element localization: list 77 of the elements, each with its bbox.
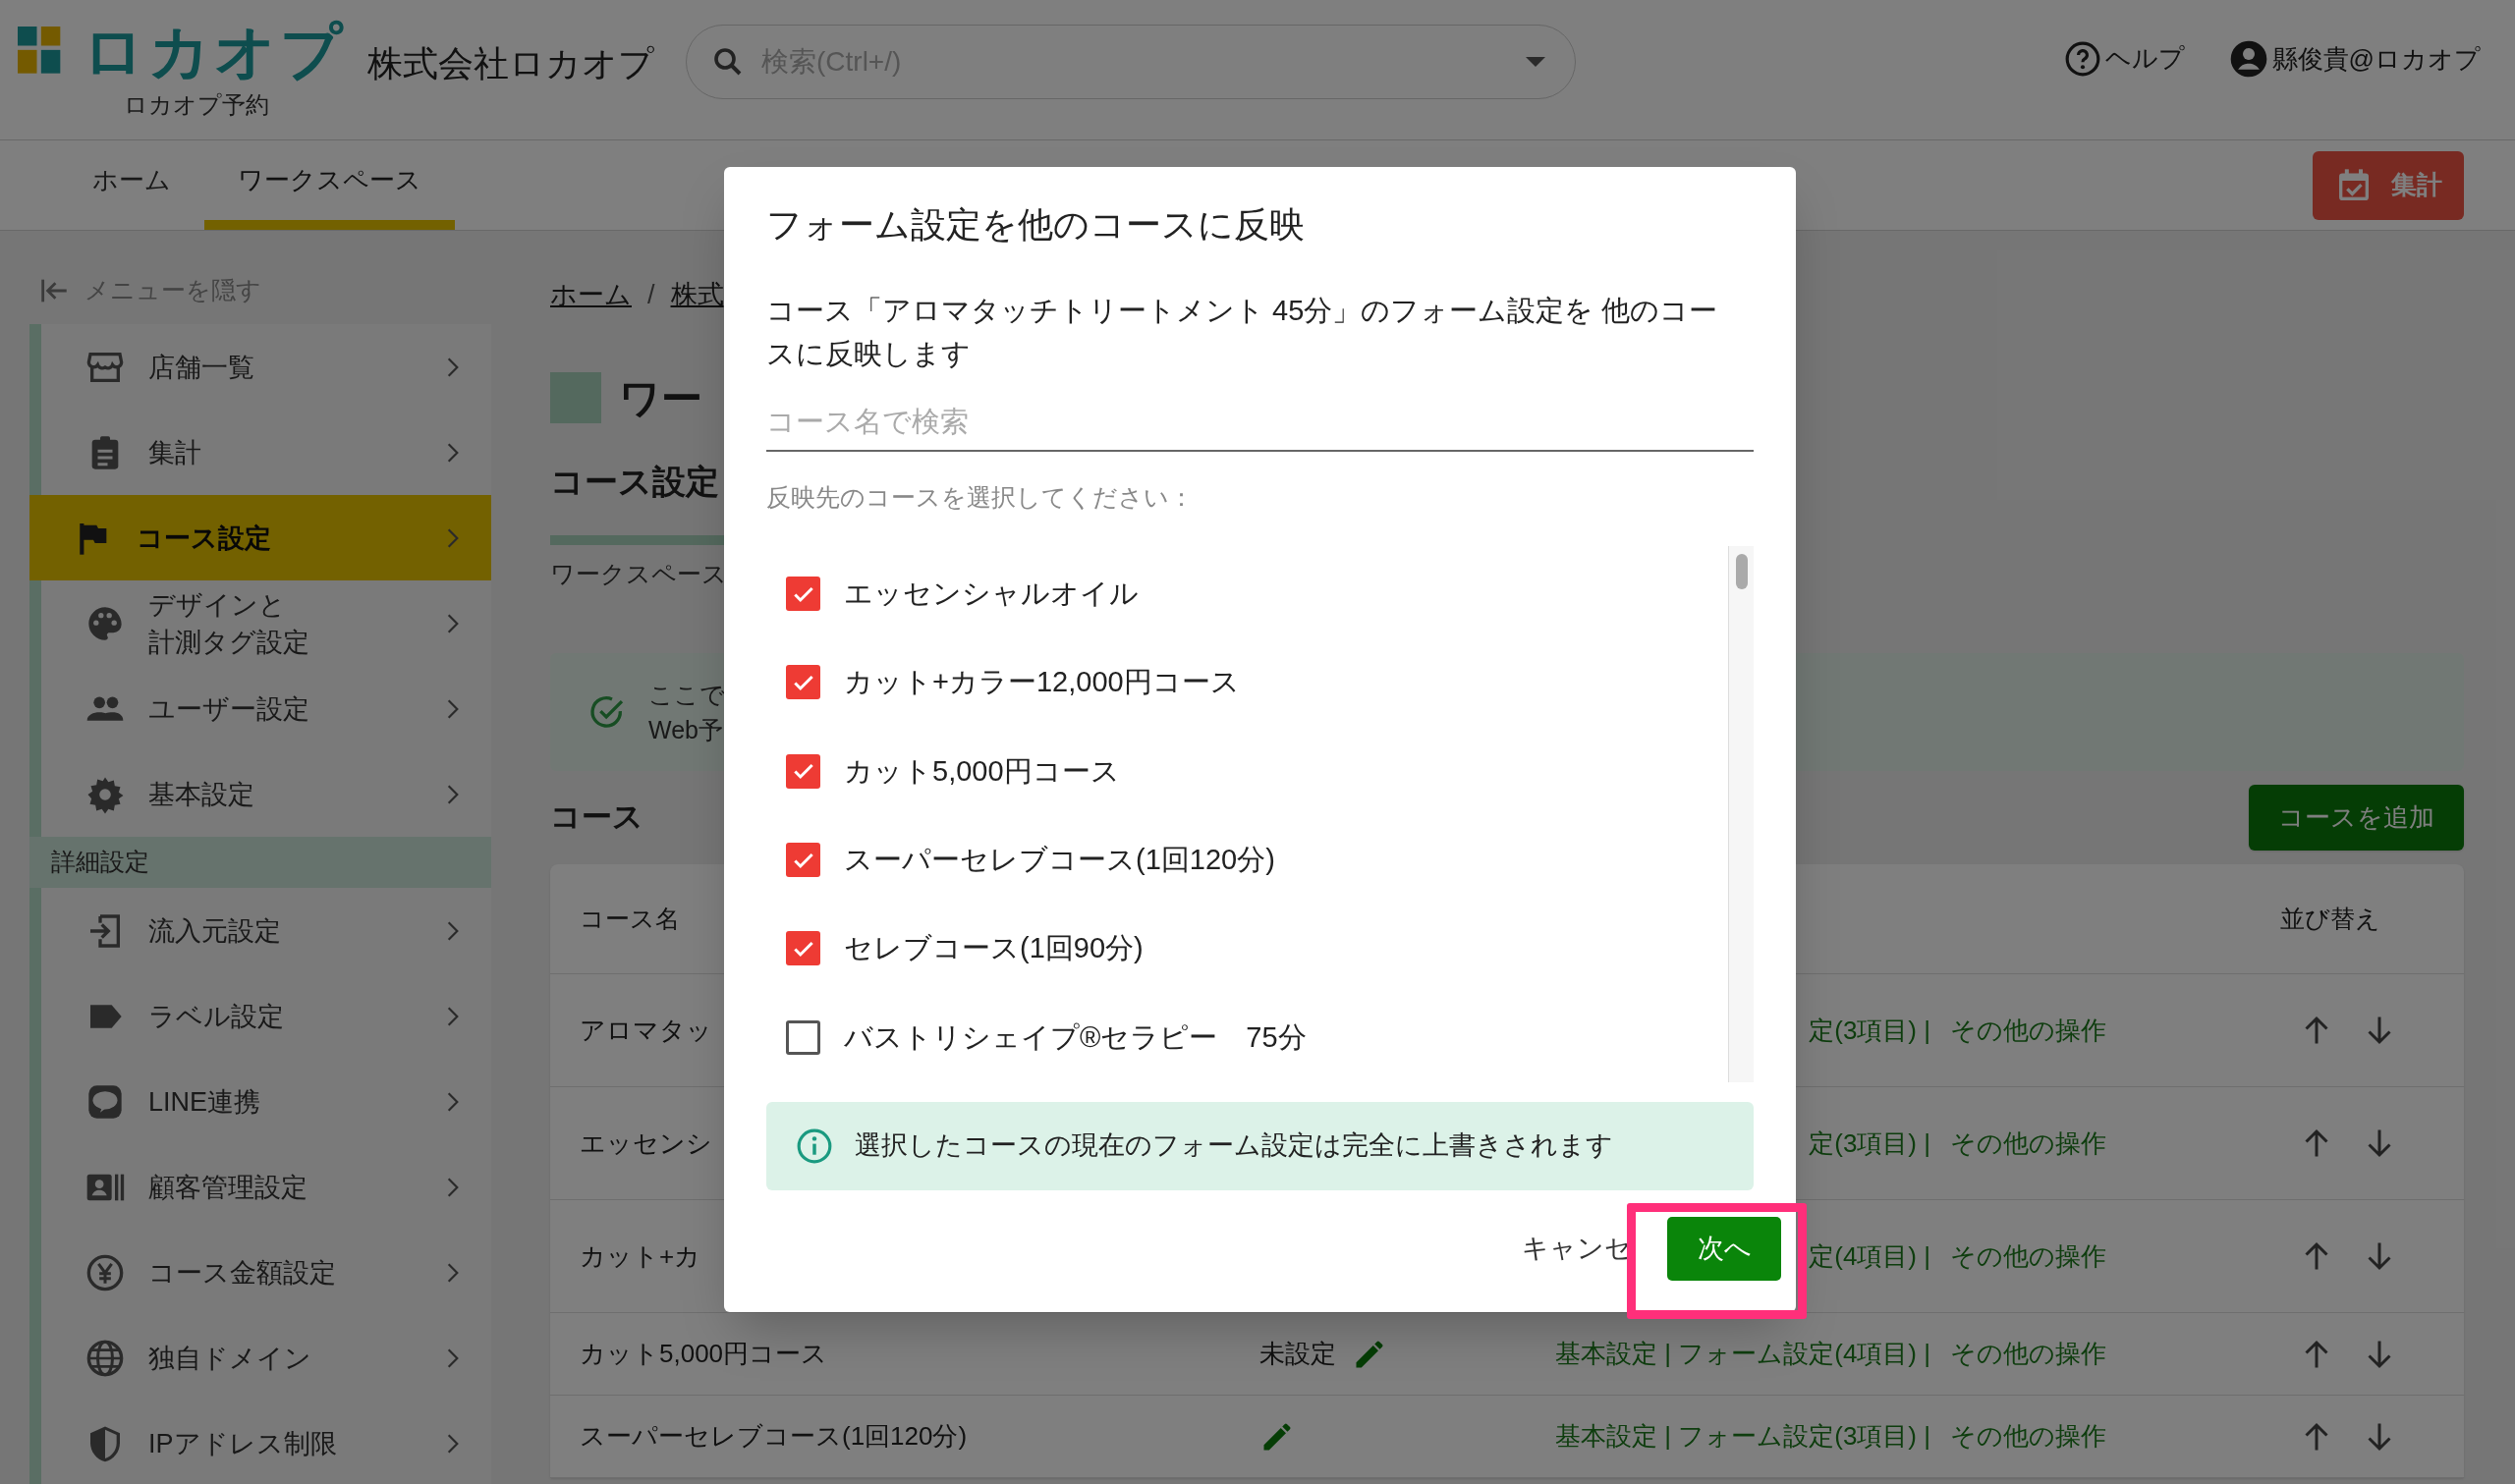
sidebar-item[interactable]: IPアドレス制限 bbox=[29, 1401, 491, 1484]
sidebar-item[interactable]: ユーザー設定 bbox=[29, 666, 491, 751]
breadcrumb-link[interactable]: ホーム bbox=[550, 274, 632, 315]
course-option[interactable]: エッセンシャルオイル bbox=[766, 549, 1728, 638]
section-heading: コース bbox=[550, 798, 643, 837]
sidebar-item[interactable]: 流入元設定 bbox=[29, 888, 491, 973]
app-subtitle: ロカオプ予約 bbox=[124, 90, 270, 120]
nav-tab[interactable]: ワークスペース bbox=[204, 139, 455, 230]
breadcrumb-link[interactable]: 株式 bbox=[670, 274, 724, 315]
checkbox[interactable] bbox=[786, 1019, 820, 1055]
help-icon bbox=[2063, 39, 2101, 78]
dialog-description: コース「アロマタッチトリートメント 45分」のフォーム設定を 他のコースに反映します bbox=[766, 294, 1719, 371]
settings-links[interactable]: 定(3項目) | bbox=[1809, 1124, 1930, 1163]
settings-links[interactable]: 基本設定 | フォーム設定(4項目) | bbox=[1555, 1335, 1930, 1373]
add-course-button[interactable]: コースを追加 bbox=[2249, 785, 2464, 851]
more-actions-link[interactable]: その他の操作 bbox=[1950, 1417, 2106, 1456]
sidebar-item[interactable]: デザインと 計測タグ設定 bbox=[29, 580, 491, 666]
course-option[interactable]: セレブコース(1回90分) bbox=[766, 904, 1728, 994]
account-icon bbox=[2228, 39, 2268, 79]
section-title: コース設定 bbox=[550, 461, 719, 502]
table-cell-text: アロマタッ bbox=[580, 1014, 712, 1047]
checkbox[interactable] bbox=[786, 753, 820, 789]
info-text: ここで bbox=[648, 680, 725, 710]
course-search-field[interactable]: コース名で検索 bbox=[766, 393, 1754, 452]
more-actions-link[interactable]: その他の操作 bbox=[1950, 1237, 2106, 1276]
sidebar-item[interactable]: 店舗一覧 bbox=[29, 324, 491, 410]
more-actions-link[interactable]: その他の操作 bbox=[1950, 1124, 2106, 1163]
table-cell-text: カット5,000円コース bbox=[580, 1338, 828, 1370]
column-header: 並び替え bbox=[2280, 903, 2380, 934]
yen-icon bbox=[85, 1252, 125, 1292]
settings-links[interactable]: 基本設定 | フォーム設定(3項目) | bbox=[1555, 1417, 1930, 1456]
table-cell-text: エッセンシ bbox=[580, 1127, 712, 1160]
title-square-icon bbox=[550, 372, 601, 423]
logo-text: ロカオプ bbox=[83, 18, 346, 86]
page-title: ワー bbox=[619, 373, 702, 423]
notice-text: 選択したコースの現在のフォーム設定は完全に上書きされます bbox=[855, 1129, 1613, 1163]
checkbox[interactable] bbox=[786, 931, 820, 966]
table-cell-text: スーパーセレブコース(1回120分) bbox=[580, 1420, 968, 1453]
breadcrumb-separator: / bbox=[647, 278, 655, 311]
help-link[interactable]: ヘルプ bbox=[2063, 39, 2185, 78]
caret-icon bbox=[1526, 57, 1545, 67]
course-option[interactable]: バストリシェイプ®セラピー 75分 bbox=[766, 993, 1728, 1082]
tally-button[interactable]: 集計 bbox=[2313, 150, 2464, 220]
info-icon bbox=[796, 1127, 833, 1165]
checkbox[interactable] bbox=[786, 843, 820, 878]
workspace-label: ワークスペース bbox=[550, 559, 727, 590]
checkbox[interactable] bbox=[786, 665, 820, 700]
sidebar-item[interactable]: 基本設定 bbox=[29, 751, 491, 837]
table-cell-text: 未設定 bbox=[1259, 1338, 1336, 1370]
info-text: Web予 bbox=[648, 715, 724, 745]
settings-links[interactable]: 定(4項目) | bbox=[1809, 1237, 1930, 1276]
more-actions-link[interactable]: その他の操作 bbox=[1950, 1335, 2106, 1373]
course-option[interactable]: スーパーセレブコース(1回120分) bbox=[766, 815, 1728, 905]
list-prompt: 反映先のコースを選択してください： bbox=[766, 482, 1195, 513]
checkbox[interactable] bbox=[786, 577, 820, 612]
dialog-title: フォーム設定を他のコースに反映 bbox=[766, 203, 1306, 247]
globe-icon bbox=[85, 1338, 125, 1378]
table-cell-text: カット+カ bbox=[580, 1239, 701, 1273]
sidebar-item[interactable]: コース設定 bbox=[29, 495, 491, 580]
company-name: 株式会社ロカオプ bbox=[367, 42, 654, 85]
column-header: コース名 bbox=[580, 903, 680, 934]
sidebar-item[interactable]: コース金額設定 bbox=[29, 1230, 491, 1315]
sidebar-item[interactable]: ラベル設定 bbox=[29, 973, 491, 1059]
sidebar-item[interactable]: LINE連携 bbox=[29, 1059, 491, 1144]
course-option[interactable]: カット+カラー12,000円コース bbox=[766, 637, 1728, 728]
scrollbar-thumb[interactable] bbox=[1735, 553, 1748, 589]
sidebar-item[interactable]: 独自ドメイン bbox=[29, 1315, 491, 1401]
more-actions-link[interactable]: その他の操作 bbox=[1950, 1011, 2106, 1050]
sidebar-item[interactable]: 顧客管理設定 bbox=[29, 1144, 491, 1230]
course-option[interactable]: カット5,000円コース bbox=[766, 727, 1728, 816]
section-header: 詳細設定 bbox=[29, 837, 491, 888]
next-button[interactable]: 次へ bbox=[1667, 1216, 1781, 1281]
scrollbar[interactable] bbox=[1728, 545, 1754, 1082]
nav-tab[interactable]: ホーム bbox=[59, 139, 204, 230]
sidebar-item[interactable]: 集計 bbox=[29, 410, 491, 495]
settings-links[interactable]: 定(3項目) | bbox=[1809, 1011, 1930, 1050]
account-menu[interactable]: 縣俊貴@ロカオプ bbox=[2228, 39, 2481, 79]
